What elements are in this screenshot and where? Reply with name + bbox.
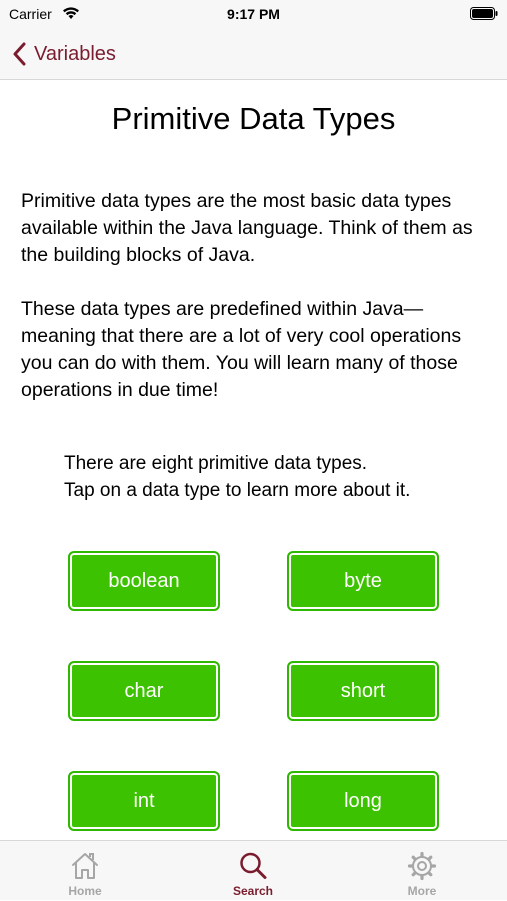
instructions-line-1: There are eight primitive data types. — [64, 453, 368, 474]
chevron-left-icon — [13, 42, 26, 66]
search-icon — [240, 852, 267, 879]
back-button[interactable]: Variables — [12, 38, 116, 70]
short-button[interactable]: short — [287, 661, 439, 721]
tab-home-label: Home — [68, 884, 102, 898]
status-bar: Carrier 9:17 PM — [0, 0, 507, 28]
tab-more-label: More — [407, 884, 437, 898]
byte-button[interactable]: byte — [287, 551, 439, 611]
long-button[interactable]: long — [287, 771, 439, 831]
tab-bar: Home Search More — [0, 840, 507, 900]
tab-search-label: Search — [232, 884, 274, 898]
char-button[interactable]: char — [68, 661, 220, 721]
battery-icon — [470, 7, 498, 20]
navigation-bar: Variables — [0, 28, 507, 80]
tab-search[interactable]: Search — [198, 841, 308, 901]
details-paragraph: These data types are predefined within J… — [21, 298, 462, 401]
tab-home[interactable]: Home — [30, 841, 140, 901]
intro-paragraph: Primitive data types are the most basic … — [21, 190, 473, 266]
back-button-label: Variables — [34, 42, 116, 65]
home-icon — [72, 853, 98, 879]
int-button[interactable]: int — [68, 771, 220, 831]
tab-more[interactable]: More — [367, 841, 477, 901]
instructions-line-2: Tap on a data type to learn more about i… — [64, 480, 411, 501]
page-title: Primitive Data Types — [111, 101, 396, 136]
gear-icon — [407, 851, 437, 881]
instructions: There are eight primitive data types. Ta… — [64, 450, 484, 504]
status-time: 9:17 PM — [227, 6, 280, 22]
boolean-button[interactable]: boolean — [68, 551, 220, 611]
